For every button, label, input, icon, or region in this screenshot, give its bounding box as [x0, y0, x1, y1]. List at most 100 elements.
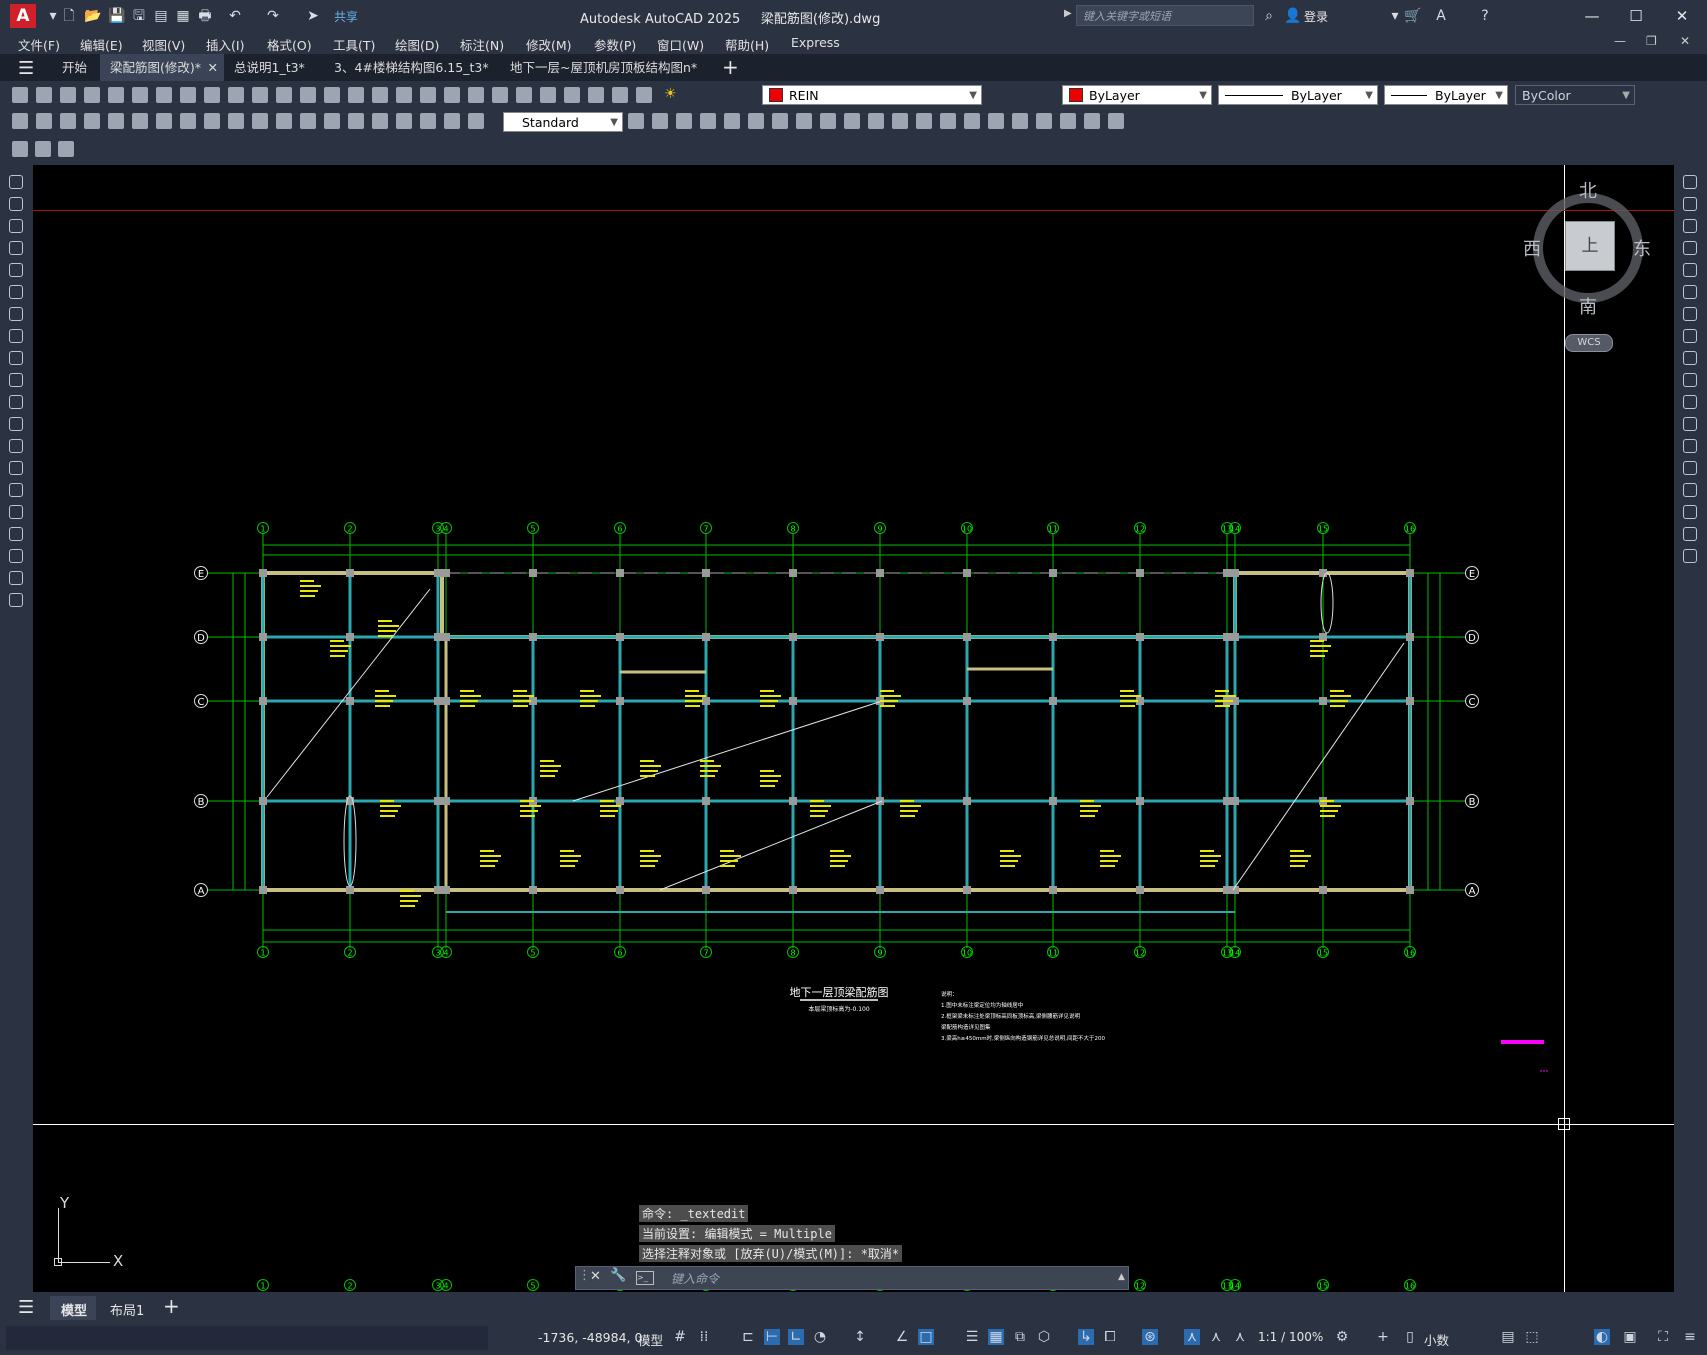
palette-tool-icon[interactable]	[1683, 351, 1697, 365]
menu-window[interactable]: 窗口(W)	[657, 35, 704, 54]
toolbar-tool-icon[interactable]	[820, 113, 836, 129]
save-as-icon[interactable]: 🖫	[130, 8, 148, 24]
viewcube[interactable]: 上 北 南 东 西	[1523, 181, 1651, 318]
polar-tracking-icon[interactable]: ◔	[812, 1329, 828, 1345]
cart-icon[interactable]: 🛒	[1404, 8, 1422, 24]
toolbar-tool-icon[interactable]	[676, 113, 692, 129]
menu-view[interactable]: 视图(V)	[142, 35, 185, 54]
doc-minimize-button[interactable]: —	[1614, 34, 1626, 48]
grid-icon[interactable]: #	[672, 1329, 688, 1345]
plotstyle-dropdown[interactable]: ByColor ▼	[1515, 85, 1635, 105]
dynamic-ucs-icon[interactable]: ↳	[1078, 1329, 1094, 1345]
toolbar-tool-icon[interactable]	[204, 113, 220, 129]
drawing-canvas[interactable]: 1 1 2 2 3 3 4 4 5 5 6 6 7 7 8 8 9 9 10 10 11 11 12 12 13 13 14 14 15…	[33, 165, 1674, 1292]
tab-general-notes[interactable]: 总说明1_t3*	[224, 54, 315, 81]
palette-tool-icon[interactable]	[1683, 329, 1697, 343]
menu-hamburger-icon[interactable]: ☰	[18, 58, 34, 79]
3d-osnap-icon[interactable]: ⬡	[1036, 1329, 1052, 1345]
palette-tool-icon[interactable]	[9, 241, 23, 255]
palette-tool-icon[interactable]	[1683, 527, 1697, 541]
toolbar-tool-icon[interactable]	[420, 87, 436, 103]
toolbar-tool-icon[interactable]	[156, 87, 172, 103]
workspace-gear-icon[interactable]: ⚙	[1334, 1329, 1350, 1345]
redo-icon[interactable]: ↷	[264, 8, 282, 24]
palette-tool-icon[interactable]	[1683, 241, 1697, 255]
compass-north[interactable]: 北	[1579, 177, 1597, 203]
object-snap-icon[interactable]: □	[918, 1329, 934, 1345]
user-icon[interactable]: 👤	[1284, 8, 1302, 24]
command-close-icon[interactable]: ✕	[590, 1269, 601, 1284]
palette-tool-icon[interactable]	[9, 329, 23, 343]
lineweight-dropdown[interactable]: ByLayer ▼	[1384, 85, 1508, 105]
toolbar-tool-icon[interactable]	[748, 113, 764, 129]
palette-tool-icon[interactable]	[9, 593, 23, 607]
toolbar-tool-icon[interactable]	[180, 113, 196, 129]
tab-floor-slab[interactable]: 地下一层~屋顶机房顶板结构图n*	[500, 54, 707, 81]
menu-parametric[interactable]: 参数(P)	[594, 35, 636, 54]
share-button[interactable]: 共享	[334, 8, 358, 25]
toolbar-tool-icon[interactable]	[868, 113, 884, 129]
annotation-monitor-icon[interactable]: +	[1375, 1329, 1391, 1345]
import-icon[interactable]: ▤	[152, 8, 170, 24]
tab-stair-structure[interactable]: 3、4#楼梯结构图6.15_t3*	[324, 54, 499, 81]
toolbar-tool-icon[interactable]	[300, 87, 316, 103]
menu-dimension[interactable]: 标注(N)	[460, 35, 504, 54]
toolbar-tool-icon[interactable]	[132, 87, 148, 103]
toolbar-tool-icon[interactable]	[84, 87, 100, 103]
search-input[interactable]: 键入关键字或短语	[1076, 5, 1254, 26]
toolbar-tool-icon[interactable]	[108, 87, 124, 103]
toolbar-tool-icon[interactable]	[1084, 113, 1100, 129]
palette-tool-icon[interactable]	[1683, 549, 1697, 563]
close-button[interactable]: ✕	[1670, 6, 1694, 26]
toolbar-tool-icon[interactable]	[916, 113, 932, 129]
toolbar-tool-icon[interactable]	[35, 141, 51, 157]
palette-tool-icon[interactable]	[9, 285, 23, 299]
open-file-icon[interactable]: 📂	[84, 8, 102, 24]
palette-tool-icon[interactable]	[1683, 395, 1697, 409]
command-input[interactable]: 键入命令	[671, 1270, 719, 1287]
palette-tool-icon[interactable]	[9, 219, 23, 233]
palette-tool-icon[interactable]	[9, 439, 23, 453]
toolbar-tool-icon[interactable]	[12, 113, 28, 129]
tab-layout1[interactable]: 布局1	[110, 1300, 144, 1319]
menu-format[interactable]: 格式(O)	[267, 35, 312, 54]
toolbar-tool-icon[interactable]	[468, 113, 484, 129]
palette-tool-icon[interactable]	[9, 395, 23, 409]
toolbar-tool-icon[interactable]	[132, 113, 148, 129]
toolbar-tool-icon[interactable]	[444, 87, 460, 103]
palette-tool-icon[interactable]	[9, 527, 23, 541]
help-icon[interactable]: ?	[1476, 8, 1494, 24]
toolbar-tool-icon[interactable]	[348, 87, 364, 103]
chevron-right-icon[interactable]: ▶	[1064, 8, 1072, 19]
palette-tool-icon[interactable]	[1683, 461, 1697, 475]
palette-tool-icon[interactable]	[9, 461, 23, 475]
toolbar-tool-icon[interactable]	[1012, 113, 1028, 129]
doc-close-button[interactable]: ✕	[1680, 34, 1690, 48]
palette-tool-icon[interactable]	[1683, 263, 1697, 277]
layout-list-icon[interactable]: ☰	[18, 1297, 34, 1318]
dropdown-icon[interactable]: ▾	[1386, 8, 1404, 24]
toolbar-tool-icon[interactable]	[372, 87, 388, 103]
toolbar-tool-icon[interactable]	[492, 87, 508, 103]
toolbar-tool-icon[interactable]	[324, 87, 340, 103]
coordinate-readout[interactable]: -1736, -48984, 0	[538, 1330, 642, 1345]
toolbar-tool-icon[interactable]	[892, 113, 908, 129]
selection-filter-icon[interactable]: ⧠	[1102, 1329, 1118, 1345]
toolbar-tool-icon[interactable]	[58, 141, 74, 157]
palette-tool-icon[interactable]	[9, 505, 23, 519]
toolbar-tool-icon[interactable]	[396, 87, 412, 103]
palette-tool-icon[interactable]	[9, 197, 23, 211]
palette-tool-icon[interactable]	[1683, 373, 1697, 387]
toolbar-tool-icon[interactable]	[588, 87, 604, 103]
toolbar-tool-icon[interactable]	[36, 87, 52, 103]
toolbar-tool-icon[interactable]	[652, 113, 668, 129]
selection-cycling-icon[interactable]: ⧉	[1012, 1329, 1028, 1345]
menu-help[interactable]: 帮助(H)	[725, 35, 769, 54]
toolbar-tool-icon[interactable]	[796, 113, 812, 129]
compass-east[interactable]: 东	[1633, 235, 1651, 261]
print-icon[interactable]: 🖶	[196, 8, 214, 24]
toolbar-tool-icon[interactable]	[516, 87, 532, 103]
transparency-icon[interactable]: ▦	[988, 1329, 1004, 1345]
toolbar-tool-icon[interactable]	[276, 113, 292, 129]
save-icon[interactable]: 💾	[108, 8, 126, 24]
